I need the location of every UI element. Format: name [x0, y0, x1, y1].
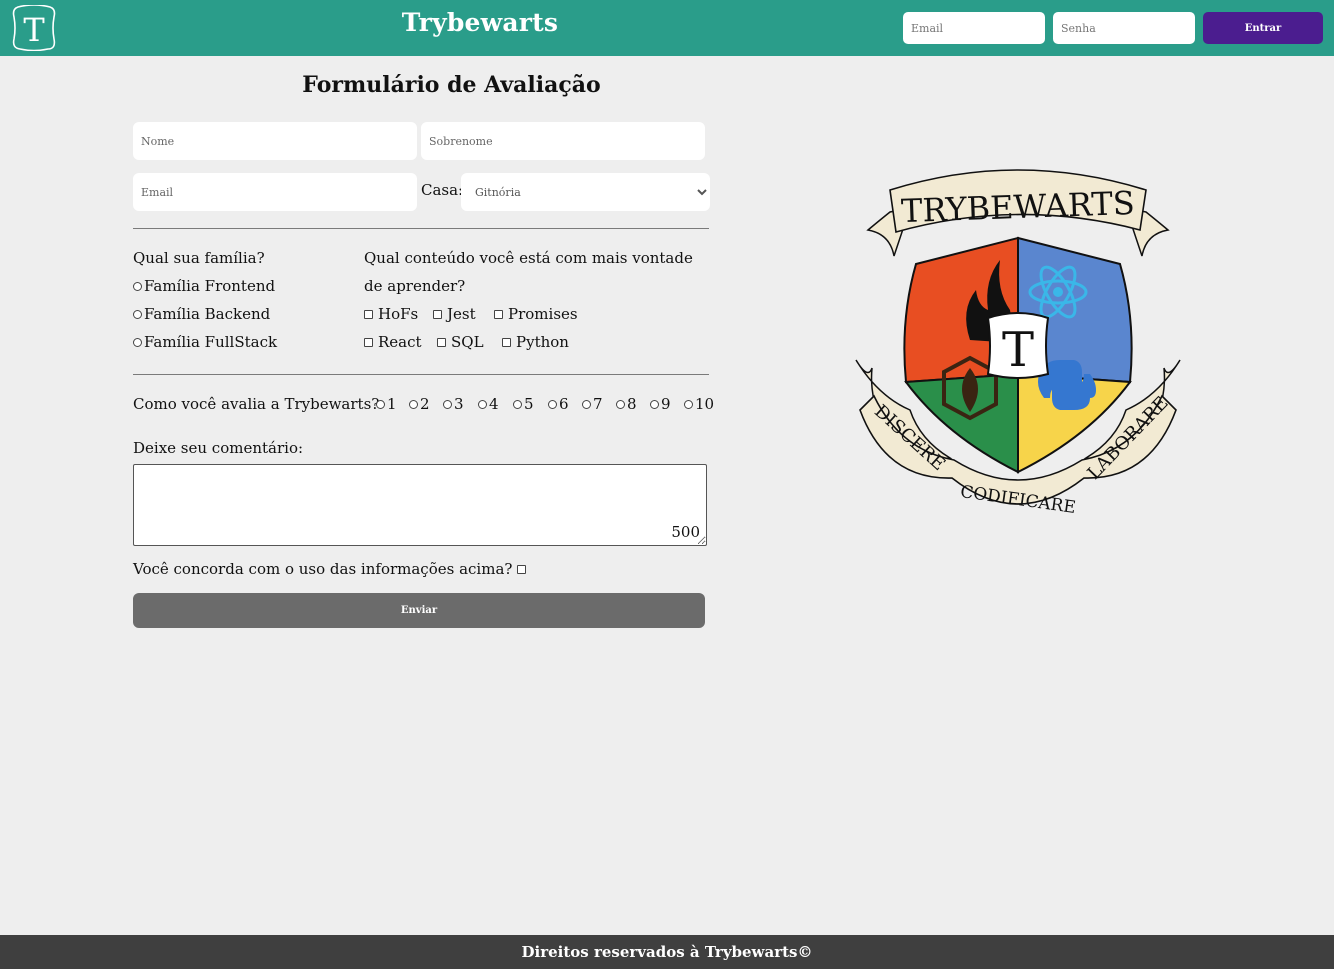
checkbox-icon[interactable]	[364, 309, 373, 319]
content-option-hofs[interactable]: HoFs	[364, 305, 418, 323]
checkbox-icon[interactable]	[494, 309, 503, 319]
crest-center-letter: T	[1002, 322, 1034, 378]
header-title: Trybewarts	[401, 8, 559, 37]
radio-icon[interactable]	[548, 399, 557, 409]
family-option-frontend[interactable]: Família Frontend	[133, 277, 275, 295]
radio-icon[interactable]	[409, 399, 418, 409]
content-option-python[interactable]: Python	[502, 333, 569, 351]
radio-icon[interactable]	[513, 399, 522, 409]
rating-option[interactable]: 5	[513, 395, 534, 413]
house-label: Casa:	[421, 181, 464, 199]
radio-icon[interactable]	[376, 399, 385, 409]
content-option-promises[interactable]: Promises	[494, 305, 578, 323]
rating-option[interactable]: 2	[409, 395, 430, 413]
checkbox-icon[interactable]	[364, 337, 373, 347]
rating-option[interactable]: 10	[684, 395, 714, 413]
rating-option[interactable]: 4	[478, 395, 499, 413]
rating-option-label: 3	[454, 395, 464, 413]
rating-option[interactable]: 7	[582, 395, 603, 413]
radio-icon[interactable]	[133, 281, 142, 291]
submit-button[interactable]: Enviar	[133, 593, 705, 628]
content-option-label: Promises	[508, 305, 578, 323]
agreement-checkbox[interactable]	[517, 564, 527, 574]
content-question-line1: Qual conteúdo você está com mais vontade	[364, 249, 693, 267]
family-option-label: Família Frontend	[144, 277, 276, 295]
login-button[interactable]: Entrar	[1203, 12, 1323, 44]
content-option-label: React	[378, 333, 422, 351]
rating-option[interactable]: 8	[616, 395, 637, 413]
rating-option[interactable]: 9	[650, 395, 671, 413]
rating-option-label: 9	[661, 395, 671, 413]
family-option-label: Família FullStack	[144, 333, 278, 351]
divider	[133, 374, 709, 375]
content-option-jest[interactable]: Jest	[433, 305, 476, 323]
content-question-line2: de aprender?	[364, 277, 466, 295]
name-input[interactable]	[133, 122, 417, 160]
rating-option-label: 5	[524, 395, 534, 413]
content-option-label: Python	[516, 333, 569, 351]
content-option-label: HoFs	[378, 305, 419, 323]
family-question: Qual sua família?	[133, 249, 265, 267]
rating-question: Como você avalia a Trybewarts?	[133, 395, 380, 413]
login-email-input[interactable]	[903, 12, 1045, 44]
rating-option[interactable]: 1	[376, 395, 397, 413]
rating-option[interactable]: 3	[443, 395, 464, 413]
family-option-backend[interactable]: Família Backend	[133, 305, 270, 323]
radio-icon[interactable]	[582, 399, 591, 409]
lastname-input[interactable]	[421, 122, 705, 160]
rating-option-label: 6	[559, 395, 569, 413]
form-title: Formulário de Avaliação	[302, 72, 601, 98]
radio-icon[interactable]	[133, 337, 142, 347]
content-option-label: Jest	[447, 305, 476, 323]
agreement-row: Você concorda com o uso das informações …	[133, 560, 531, 578]
footer-text: Direitos reservados à Trybewarts©	[521, 943, 813, 961]
top-bar: T Trybewarts Entrar	[0, 0, 1334, 56]
content-question: Qual conteúdo você está com mais vontade…	[364, 244, 693, 300]
radio-icon[interactable]	[684, 399, 693, 409]
agreement-label: Você concorda com o uso das informações …	[133, 560, 513, 578]
radio-icon[interactable]	[478, 399, 487, 409]
character-counter: 500	[671, 523, 700, 541]
checkbox-icon[interactable]	[433, 309, 442, 319]
footer: Direitos reservados à Trybewarts©	[0, 935, 1334, 969]
rating-option[interactable]: 6	[548, 395, 569, 413]
login-password-input[interactable]	[1053, 12, 1195, 44]
radio-icon[interactable]	[650, 399, 659, 409]
divider	[133, 228, 709, 229]
rating-option-label: 2	[420, 395, 430, 413]
rating-option-label: 8	[627, 395, 637, 413]
house-select[interactable]: Gitnória	[461, 173, 710, 211]
rating-option-label: 10	[695, 395, 715, 413]
trybewarts-crest-image: TRYBEWARTS T DISCERE CODIFICARE LABORARE	[855, 169, 1181, 518]
content-option-react[interactable]: React	[364, 333, 422, 351]
rating-option-label: 1	[387, 395, 397, 413]
radio-icon[interactable]	[616, 399, 625, 409]
email-input[interactable]	[133, 173, 417, 211]
logo-letter: T	[23, 11, 45, 49]
rating-option-label: 7	[593, 395, 603, 413]
crest-banner-top: TRYBEWARTS	[900, 184, 1135, 230]
radio-icon[interactable]	[133, 309, 142, 319]
family-option-fullstack[interactable]: Família FullStack	[133, 333, 277, 351]
family-option-label: Família Backend	[144, 305, 271, 323]
rating-option-label: 4	[489, 395, 499, 413]
comment-label: Deixe seu comentário:	[133, 439, 304, 457]
checkbox-icon[interactable]	[437, 337, 446, 347]
content-option-sql[interactable]: SQL	[437, 333, 484, 351]
comment-textarea[interactable]	[133, 464, 707, 546]
radio-icon[interactable]	[443, 399, 452, 409]
checkbox-icon[interactable]	[502, 337, 511, 347]
trybewarts-logo-icon: T	[12, 5, 56, 51]
content-option-label: SQL	[451, 333, 484, 351]
